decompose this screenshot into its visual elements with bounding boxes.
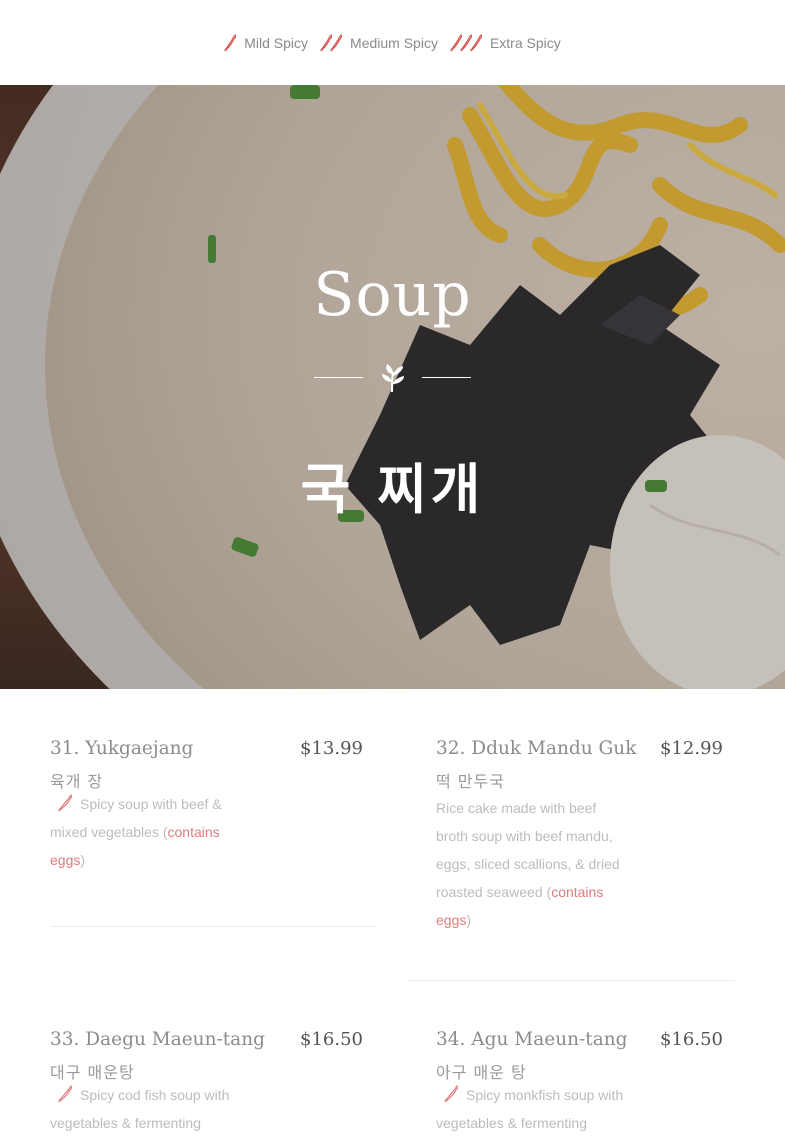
item-description: Rice cake made with beef broth soup with… (436, 794, 621, 934)
item-name: 33. Daegu Maeun-tang (50, 1029, 265, 1050)
description-close: ) (80, 852, 86, 868)
item-description: Spicy monkfish soup with vegetables & fe… (436, 1081, 636, 1137)
menu-item: 33. Daegu Maeun-tang $16.50 대구 매운탕 Spicy… (50, 1029, 363, 1131)
item-name: 34. Agu Maeun-tang (436, 1029, 628, 1050)
chili-pepper-icon (58, 794, 73, 812)
hero-banner: Soup 국 찌개 (0, 85, 785, 689)
menu-item: 31. Yukgaejang $13.99 육개 장 Spicy soup wi… (50, 738, 363, 898)
item-price: $13.99 (300, 738, 363, 759)
description-text: Spicy cod fish soup with vegetables & fe… (50, 1087, 230, 1131)
legend-label-extra: Extra Spicy (489, 34, 561, 51)
item-korean-name: 육개 장 (50, 772, 104, 791)
chili-pepper-icon (444, 1085, 459, 1103)
divider-line-left (314, 377, 363, 378)
item-korean-name: 대구 매운탕 (50, 1063, 135, 1082)
item-divider (50, 926, 375, 927)
legend-item-extra: Extra Spicy (450, 33, 561, 52)
item-price: $16.50 (660, 1029, 723, 1050)
item-price: $12.99 (660, 738, 723, 759)
legend-label-mild: Mild Spicy (244, 34, 309, 51)
leaf-icon (382, 364, 404, 393)
item-name: 31. Yukgaejang (50, 738, 194, 759)
item-name: 32. Dduk Mandu Guk (436, 738, 637, 759)
legend-label-medium: Medium Spicy (350, 34, 438, 51)
item-divider (408, 980, 735, 981)
title-divider (314, 360, 471, 396)
spicy-legend: Mild Spicy Medium Spicy Extra Spicy (0, 0, 785, 85)
section-subtitle-korean: 국 찌개 (300, 457, 485, 521)
item-korean-name: 아구 매운 탕 (436, 1063, 527, 1082)
chili-pepper-icon (450, 33, 484, 52)
chili-pepper-icon (320, 33, 344, 52)
divider-line-right (422, 377, 471, 378)
menu-item: 34. Agu Maeun-tang $16.50 아구 매운 탕 Spicy … (436, 1029, 723, 1131)
legend-item-mild: Mild Spicy (224, 33, 309, 52)
item-price: $16.50 (300, 1029, 363, 1050)
section-title: Soup (313, 260, 472, 330)
legend-item-medium: Medium Spicy (320, 33, 438, 52)
item-korean-name: 떡 만두국 (436, 772, 505, 791)
description-close: ) (466, 912, 472, 928)
menu-item: 32. Dduk Mandu Guk $12.99 떡 만두국 Rice cak… (436, 738, 723, 938)
description-text: Spicy monkfish soup with vegetables & fe… (436, 1087, 624, 1131)
chili-pepper-icon (224, 33, 238, 52)
item-description: Spicy cod fish soup with vegetables & fe… (50, 1081, 250, 1137)
item-description: Spicy soup with beef & mixed vegetables … (50, 790, 230, 874)
chili-pepper-icon (58, 1085, 73, 1103)
